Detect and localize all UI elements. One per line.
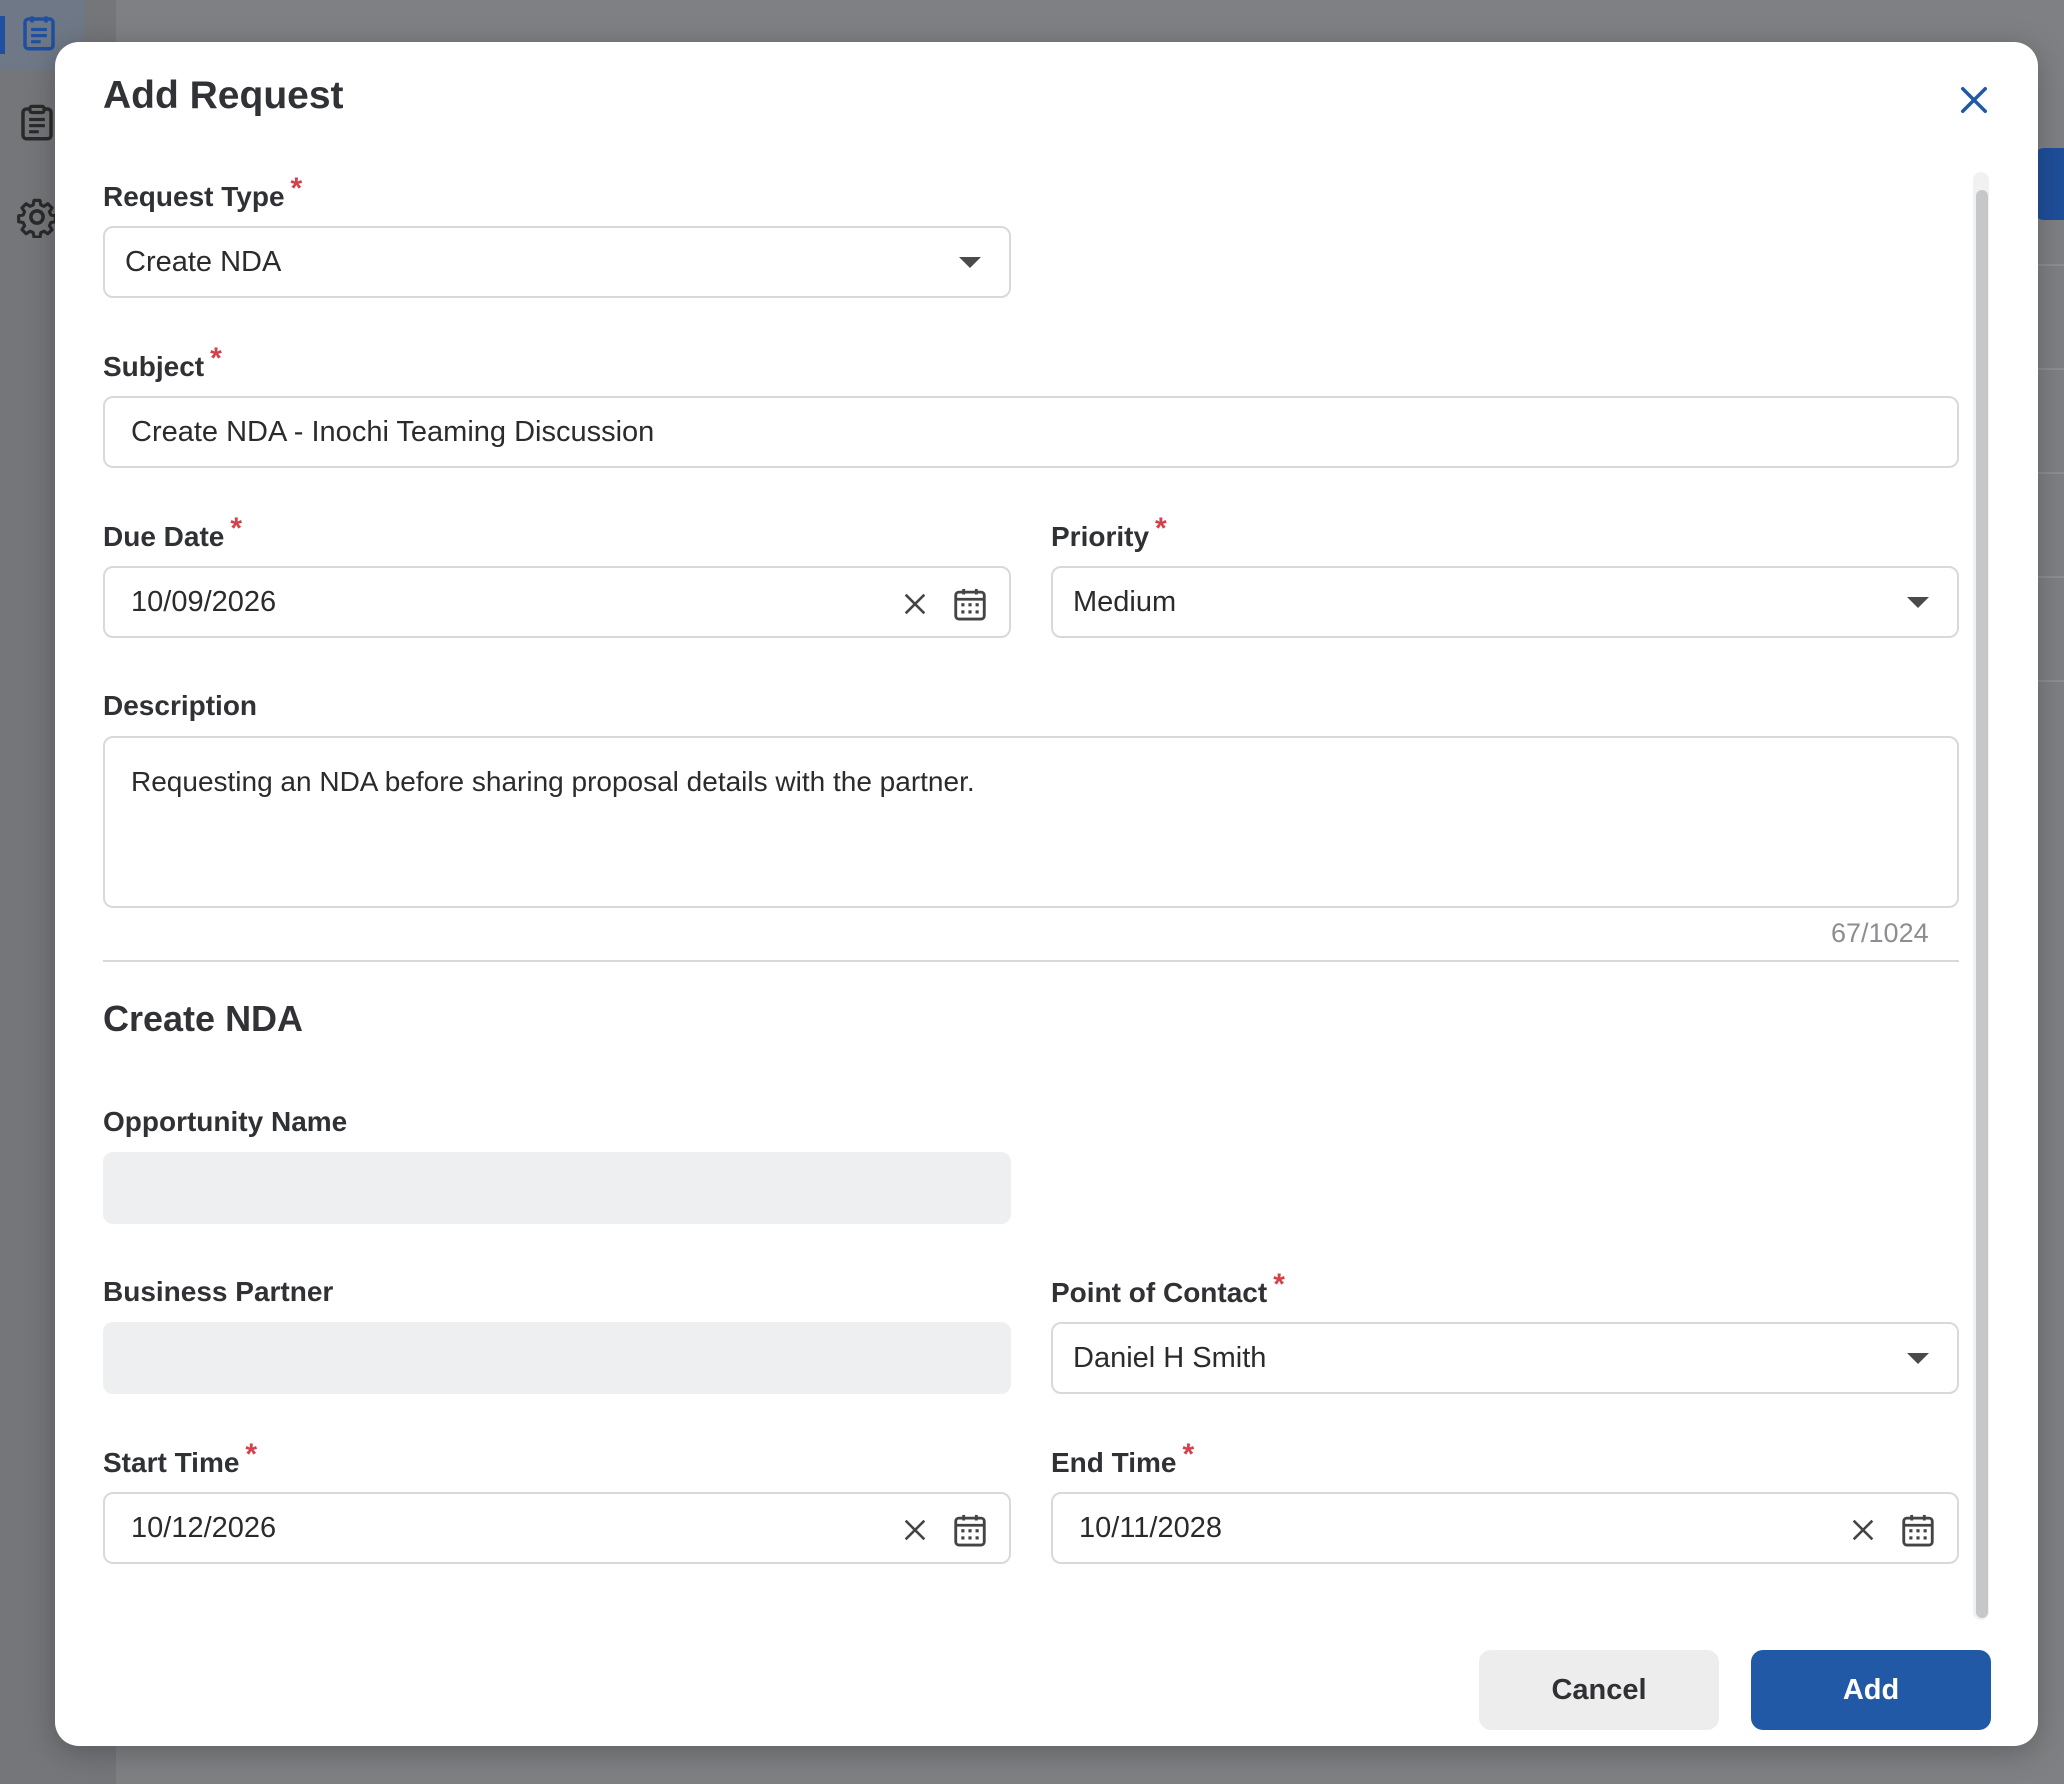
calendar-list-icon (23, 16, 55, 51)
subject-input[interactable]: Create NDA - Inochi Teaming Discussion (103, 396, 1959, 468)
business-partner-input (103, 1322, 1011, 1394)
cancel-button[interactable]: Cancel (1479, 1650, 1719, 1730)
priority-select[interactable]: Medium (1051, 566, 1959, 638)
clear-icon[interactable] (901, 590, 929, 618)
end-time-label: End Time * (1051, 1438, 1195, 1478)
clear-icon[interactable] (1849, 1516, 1877, 1544)
subject-value: Create NDA - Inochi Teaming Discussion (131, 415, 655, 448)
business-partner-label: Business Partner (103, 1276, 334, 1307)
chevron-down-icon (959, 257, 981, 268)
scrollbar-thumb[interactable] (1976, 190, 1988, 1618)
dialog-title: Add Request (103, 74, 344, 117)
start-time-input[interactable]: 10/12/2026 (103, 1492, 1011, 1564)
background-divider (2034, 368, 2064, 370)
due-date-label: Due Date * (103, 512, 243, 552)
calendar-icon[interactable] (1899, 1510, 1937, 1550)
start-time-label: Start Time * (103, 1438, 258, 1478)
chevron-down-icon (1907, 1353, 1929, 1364)
end-time-input[interactable]: 10/11/2028 (1051, 1492, 1959, 1564)
start-time-value: 10/12/2026 (131, 1511, 277, 1544)
clear-icon[interactable] (901, 1516, 929, 1544)
background-divider (2034, 576, 2064, 578)
opportunity-name-label: Opportunity Name (103, 1106, 348, 1137)
point-of-contact-value: Daniel H Smith (1073, 1341, 1267, 1374)
point-of-contact-label: Point of Contact * (1051, 1268, 1285, 1308)
background-divider (2034, 472, 2064, 474)
request-type-value: Create NDA (125, 245, 282, 278)
calendar-icon[interactable] (951, 584, 989, 624)
due-date-input[interactable]: 10/09/2026 (103, 566, 1011, 638)
background-divider (2034, 680, 2064, 682)
close-icon (1961, 87, 1987, 113)
opportunity-name-input (103, 1152, 1011, 1224)
background-divider (2034, 264, 2064, 266)
add-button[interactable]: Add (1751, 1650, 1991, 1730)
chevron-down-icon (1907, 597, 1929, 608)
clipboard-icon[interactable] (16, 102, 58, 144)
request-type-select[interactable]: Create NDA (103, 226, 1011, 298)
due-date-value: 10/09/2026 (131, 585, 277, 618)
close-button[interactable] (1950, 76, 1998, 124)
priority-value: Medium (1073, 585, 1177, 618)
add-request-dialog: Add Request Request Type * Create NDA Sub… (55, 42, 2038, 1746)
description-label: Description (103, 690, 258, 721)
point-of-contact-select[interactable]: Daniel H Smith (1051, 1322, 1959, 1394)
priority-label: Priority * (1051, 512, 1167, 552)
request-type-label: Request Type * (103, 172, 303, 212)
description-value: Requesting an NDA before sharing proposa… (131, 766, 975, 797)
section-title: Create NDA (103, 998, 304, 1039)
calendar-icon[interactable] (951, 1510, 989, 1550)
section-divider (103, 960, 1959, 962)
gear-icon[interactable] (16, 196, 58, 238)
character-counter: 67/1024 (1831, 918, 1929, 948)
subject-label: Subject * (103, 342, 222, 382)
background-tab-indicator (2034, 148, 2064, 220)
description-textarea[interactable]: Requesting an NDA before sharing proposa… (103, 736, 1959, 908)
end-time-value: 10/11/2028 (1079, 1511, 1222, 1544)
